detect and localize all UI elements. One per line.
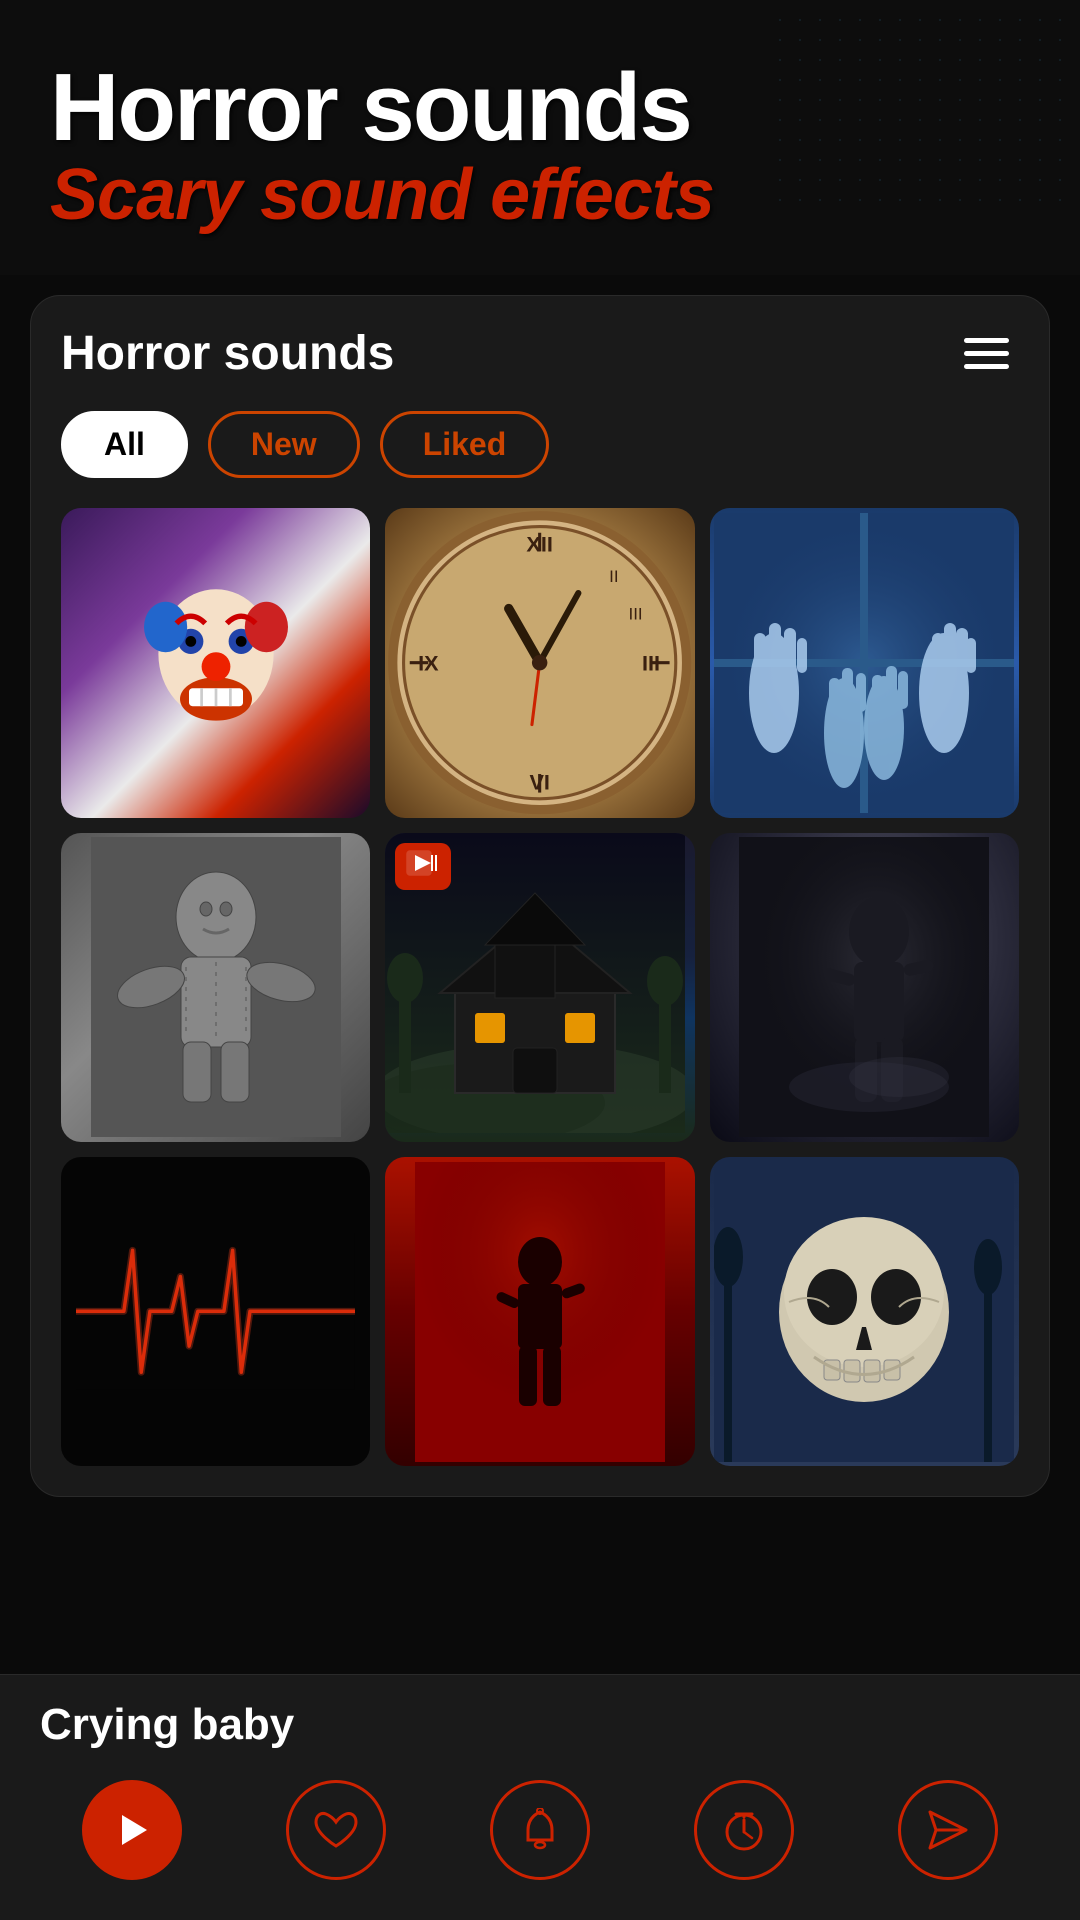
video-icon — [405, 849, 441, 884]
player-controls — [0, 1760, 1080, 1920]
sound-item-clock[interactable]: XII III VI IX II III — [385, 508, 694, 817]
play-icon — [112, 1810, 152, 1850]
sound-item-zombie[interactable] — [710, 508, 1019, 817]
bell-icon — [520, 1808, 560, 1852]
filter-tabs: All New Liked — [61, 411, 1019, 478]
timer-icon — [722, 1808, 766, 1852]
app-header: Horror sounds Scary sound effects — [0, 0, 1080, 275]
player-title-bar: Crying baby — [0, 1675, 1080, 1760]
sound-item-clown[interactable] — [61, 508, 370, 817]
heart-icon — [314, 1810, 358, 1850]
app-title-sub: Scary sound effects — [50, 156, 1030, 235]
play-button[interactable] — [82, 1780, 182, 1880]
sound-item-skull[interactable] — [710, 1157, 1019, 1466]
timer-button[interactable] — [694, 1780, 794, 1880]
menu-button[interactable] — [954, 328, 1019, 379]
svg-text:II: II — [610, 567, 619, 586]
bottom-player: Crying baby — [0, 1674, 1080, 1920]
tab-liked[interactable]: Liked — [380, 411, 550, 478]
menu-line-3 — [964, 364, 1009, 369]
sound-item-heartbeat[interactable] — [61, 1157, 370, 1466]
sound-item-statue[interactable] — [61, 833, 370, 1142]
card-title: Horror sounds — [61, 326, 394, 381]
app-title-main: Horror sounds — [50, 60, 1030, 156]
sound-item-house[interactable] — [385, 833, 694, 1142]
send-icon — [926, 1808, 970, 1852]
bell-button[interactable] — [490, 1780, 590, 1880]
main-card: Horror sounds All New Liked — [30, 295, 1050, 1497]
svg-text:III: III — [629, 605, 643, 624]
sound-item-child[interactable] — [385, 1157, 694, 1466]
share-button[interactable] — [898, 1780, 998, 1880]
card-header: Horror sounds — [61, 326, 1019, 381]
tab-all[interactable]: All — [61, 411, 188, 478]
video-badge — [395, 843, 451, 890]
player-track-name: Crying baby — [40, 1700, 1040, 1750]
sound-item-shadow[interactable] — [710, 833, 1019, 1142]
menu-line-2 — [964, 351, 1009, 356]
sound-grid: XII III VI IX II III — [61, 508, 1019, 1466]
like-button[interactable] — [286, 1780, 386, 1880]
menu-line-1 — [964, 338, 1009, 343]
tab-new[interactable]: New — [208, 411, 360, 478]
